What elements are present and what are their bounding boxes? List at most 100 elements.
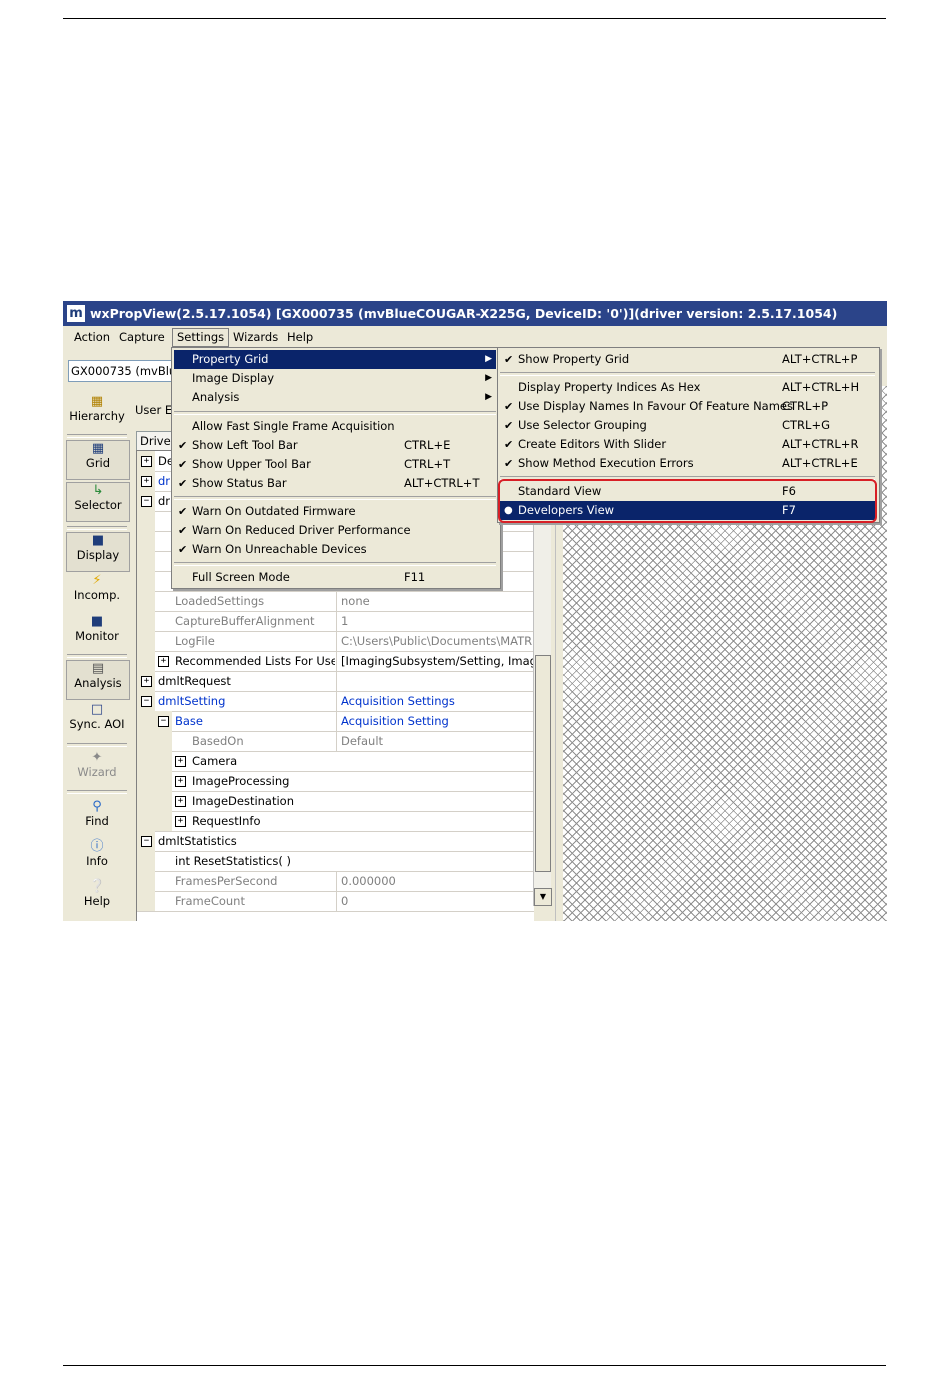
menu-action[interactable]: Action <box>70 329 114 346</box>
incomp-button[interactable]: ⚡ Incomp. <box>66 573 128 602</box>
wizard-button[interactable]: ✦ Wizard <box>66 750 128 779</box>
sync-aoi-button[interactable]: □ Sync. AOI <box>66 702 128 731</box>
selector-button[interactable]: ↳ Selector <box>66 482 130 522</box>
help-button[interactable]: ❔ Help <box>66 879 128 908</box>
display-icon: ■ <box>91 533 105 548</box>
row-name: LoadedSettings <box>175 594 265 608</box>
analysis-button[interactable]: ▤ Analysis <box>66 660 130 700</box>
collapse-icon[interactable]: − <box>141 496 152 507</box>
menu-help[interactable]: Help <box>283 329 317 346</box>
menu-item-indices-hex[interactable]: Display Property Indices As Hex ALT+CTRL… <box>500 378 875 397</box>
window-title-bar[interactable]: m wxPropView(2.5.17.1054) [GX000735 (mvB… <box>63 301 887 326</box>
menu-item-editors-slider[interactable]: ✔ Create Editors With Slider ALT+CTRL+R <box>500 435 875 454</box>
find-button[interactable]: ⚲ Find <box>66 799 128 828</box>
row-value[interactable]: [ImagingSubsystem/Setting, Imaging <box>336 651 534 671</box>
menu-item-image-display[interactable]: Image Display ▶ <box>174 369 496 388</box>
left-toolbar: ▦ Hierarchy ▦ Grid ↳ Selector ■ Display … <box>63 386 131 921</box>
menu-item-show-left-toolbar[interactable]: ✔ Show Left Tool Bar CTRL+E <box>174 436 496 455</box>
table-row[interactable]: + ImageDestination <box>137 791 534 812</box>
collapse-icon[interactable]: − <box>141 836 152 847</box>
menu-item-label: Property Grid <box>192 352 269 366</box>
menu-capture[interactable]: Capture <box>115 329 169 346</box>
menu-item-method-errors[interactable]: ✔ Show Method Execution Errors ALT+CTRL+… <box>500 454 875 473</box>
row-name: ImageDestination <box>192 794 295 808</box>
menu-item-label: Show Method Execution Errors <box>518 456 694 470</box>
menu-item-fast-single-frame[interactable]: Allow Fast Single Frame Acquisition <box>174 417 496 436</box>
grid-button[interactable]: ▦ Grid <box>66 440 130 480</box>
scroll-down-icon[interactable]: ▼ <box>534 888 552 906</box>
hierarchy-button[interactable]: ▦ Hierarchy <box>66 394 128 423</box>
menu-wizards[interactable]: Wizards <box>229 329 282 346</box>
row-name: Recommended Lists For User <box>175 654 335 668</box>
expand-icon[interactable]: + <box>175 776 186 787</box>
expand-icon[interactable]: + <box>141 676 152 687</box>
table-row[interactable]: + Recommended Lists For User [ImagingSub… <box>137 651 534 672</box>
device-select[interactable]: GX000735 (mvBlue <box>68 360 182 382</box>
row-name[interactable]: int ResetStatistics( ) <box>175 851 291 871</box>
check-icon: ✔ <box>178 439 188 452</box>
check-icon: ✔ <box>504 419 514 432</box>
menu-item-selector-grouping[interactable]: ✔ Use Selector Grouping CTRL+G <box>500 416 875 435</box>
menu-item-warn-reduced-performance[interactable]: ✔ Warn On Reduced Driver Performance <box>174 521 496 540</box>
submenu-arrow-icon: ▶ <box>485 392 492 402</box>
display-button[interactable]: ■ Display <box>66 532 130 572</box>
menu-item-shortcut: ALT+CTRL+E <box>782 456 858 470</box>
table-row[interactable]: CaptureBufferAlignment 1 <box>137 611 534 632</box>
table-row[interactable]: + ImageProcessing <box>137 771 534 792</box>
expand-icon[interactable]: + <box>175 796 186 807</box>
menu-item-warn-unreachable-devices[interactable]: ✔ Warn On Unreachable Devices <box>174 540 496 559</box>
toolbar-separator <box>67 526 127 530</box>
table-row[interactable]: int ResetStatistics( ) <box>137 851 534 872</box>
menu-item-property-grid[interactable]: Property Grid ▶ <box>174 350 496 369</box>
table-row[interactable]: − dmltStatistics <box>137 831 534 852</box>
check-icon: ✔ <box>504 400 514 413</box>
menu-separator <box>174 411 496 415</box>
lightning-icon: ⚡ <box>92 573 102 588</box>
table-row[interactable]: FrameCount 0 <box>137 891 534 912</box>
expand-icon[interactable]: + <box>175 756 186 767</box>
menu-item-shortcut: ALT+CTRL+H <box>782 380 860 394</box>
row-value[interactable]: none <box>336 591 534 611</box>
row-name: FramesPerSecond <box>175 874 278 888</box>
collapse-icon[interactable]: − <box>141 696 152 707</box>
display-label: Display <box>76 548 120 562</box>
expand-icon[interactable]: + <box>141 476 152 487</box>
menu-item-show-status-bar[interactable]: ✔ Show Status Bar ALT+CTRL+T <box>174 474 496 493</box>
row-name: BasedOn <box>192 734 244 748</box>
table-row[interactable]: BasedOn Default <box>137 731 534 752</box>
menu-item-analysis[interactable]: Analysis ▶ <box>174 388 496 407</box>
row-name: dmltRequest <box>158 674 231 688</box>
check-icon: ✔ <box>504 353 514 366</box>
monitor-button[interactable]: ■ Monitor <box>66 614 128 643</box>
table-row[interactable]: − Base Acquisition Setting <box>137 711 534 732</box>
expand-icon[interactable]: + <box>141 456 152 467</box>
row-value[interactable]: Default <box>336 731 534 751</box>
menu-item-label: Warn On Outdated Firmware <box>192 504 356 518</box>
table-row[interactable]: + RequestInfo <box>137 811 534 832</box>
info-button[interactable]: ⓘ Info <box>66 839 128 868</box>
expand-icon[interactable]: + <box>175 816 186 827</box>
menu-item-display-names[interactable]: ✔ Use Display Names In Favour Of Feature… <box>500 397 875 416</box>
expand-icon[interactable]: + <box>158 656 169 667</box>
row-value: Acquisition Setting <box>336 711 534 731</box>
table-row[interactable]: − dmltSetting Acquisition Settings <box>137 691 534 712</box>
menu-settings[interactable]: Settings <box>172 328 230 347</box>
table-row[interactable]: LogFile C:\Users\Public\Documents\MATRIX… <box>137 631 534 652</box>
menu-item-full-screen-mode[interactable]: Full Screen Mode F11 <box>174 568 496 587</box>
collapse-icon[interactable]: − <box>158 716 169 727</box>
table-row[interactable]: + Camera <box>137 751 534 772</box>
table-row[interactable]: LoadedSettings none <box>137 591 534 612</box>
row-value: 0.000000 <box>336 871 534 891</box>
row-value[interactable]: C:\Users\Public\Documents\MATRIX V <box>336 631 534 651</box>
toolbar-separator <box>67 434 127 438</box>
menu-item-warn-outdated-firmware[interactable]: ✔ Warn On Outdated Firmware <box>174 502 496 521</box>
grid-label: Grid <box>85 456 111 470</box>
menu-item-show-upper-toolbar[interactable]: ✔ Show Upper Tool Bar CTRL+T <box>174 455 496 474</box>
row-name: Camera <box>192 754 238 768</box>
menu-item-shortcut: CTRL+E <box>404 438 451 452</box>
row-value[interactable]: 1 <box>336 611 534 631</box>
table-row[interactable]: + dmltRequest <box>137 671 534 692</box>
table-row[interactable]: FramesPerSecond 0.000000 <box>137 871 534 892</box>
scrollbar-thumb[interactable] <box>535 655 551 872</box>
menu-item-show-property-grid[interactable]: ✔ Show Property Grid ALT+CTRL+P <box>500 350 875 369</box>
